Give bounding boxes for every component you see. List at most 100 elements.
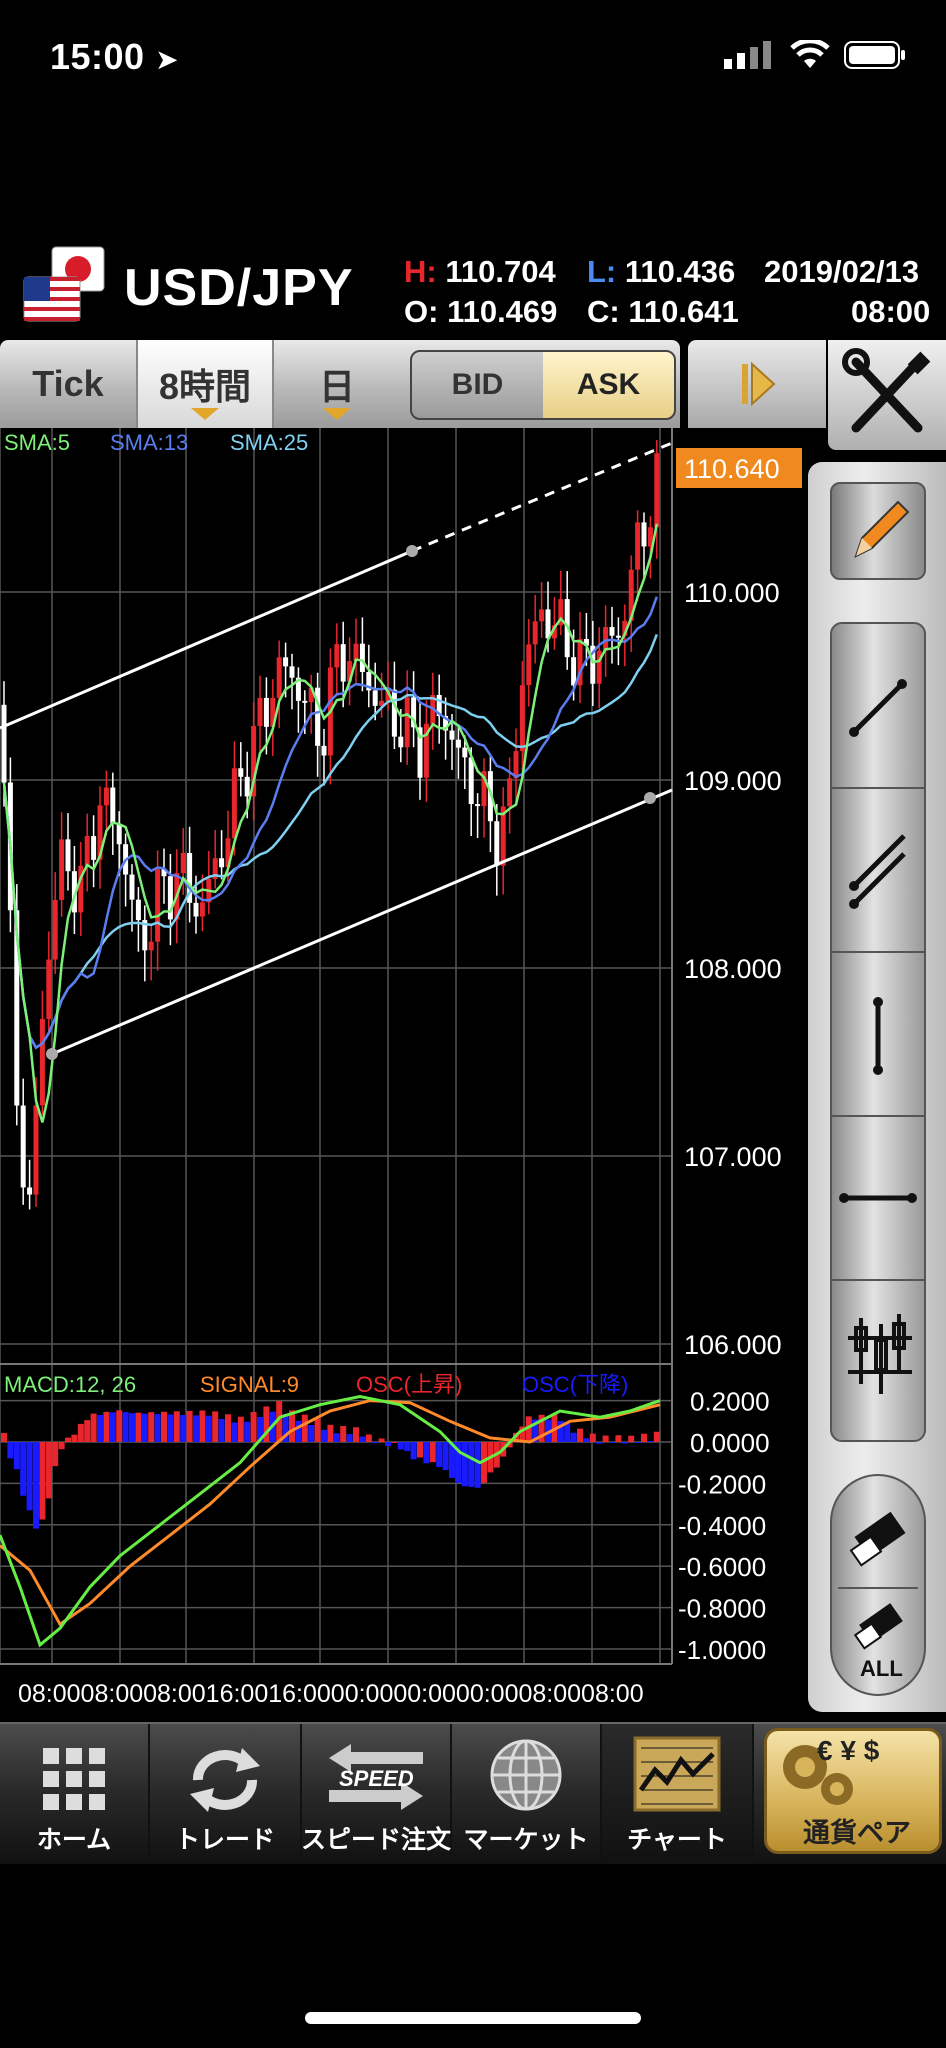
macd-tick: -0.4000 — [678, 1511, 766, 1541]
candle-body — [231, 768, 237, 839]
oscillator-bar — [77, 1423, 84, 1442]
candle-body — [103, 787, 109, 806]
oscillator-bar — [359, 1436, 366, 1442]
oscillator-bar — [647, 1440, 654, 1442]
candle-body — [398, 736, 404, 748]
oscillator-bar — [641, 1433, 647, 1442]
candle-body — [199, 902, 205, 917]
oscillator-bar — [33, 1442, 39, 1529]
oscillator-bar — [321, 1429, 327, 1442]
bid-button[interactable]: BID — [412, 352, 543, 418]
sma25-label: SMA:25 — [230, 430, 308, 455]
eraser-all-icon[interactable]: ALL — [853, 1603, 903, 1681]
candle-body — [52, 899, 58, 960]
candle-body — [302, 700, 308, 703]
oscillator-bar — [615, 1435, 622, 1442]
currency-pair-button[interactable]: € ¥ $ 通貨ペア — [764, 1728, 942, 1854]
status-time: 15:00 ➤ — [50, 36, 180, 77]
candle-body — [334, 644, 340, 668]
nav-speed-order[interactable]: SPEED スピード注文 — [301, 1724, 452, 1864]
oscillator-bar — [71, 1434, 78, 1442]
candle-body — [654, 453, 660, 528]
timeframe-tabbar: Tick 8時間 日 BID ASK — [0, 340, 680, 428]
wrench-screwdriver-icon — [842, 348, 931, 433]
oscillator-bar — [154, 1414, 161, 1442]
oscillator-bar — [634, 1442, 641, 1443]
tab-tick[interactable]: Tick — [0, 340, 136, 428]
pencil-button[interactable] — [830, 482, 926, 580]
oscillator-bar — [237, 1416, 244, 1442]
sma13-label: SMA:13 — [110, 430, 188, 455]
vertical-line-tool-icon[interactable] — [873, 997, 883, 1075]
candle-body — [449, 730, 455, 740]
candle-body — [519, 685, 525, 752]
speed-icon: SPEED — [329, 1744, 423, 1810]
price-tick: 106.000 — [684, 1330, 782, 1360]
macd-tick: -0.2000 — [678, 1469, 766, 1499]
oscillator-bar — [596, 1442, 603, 1444]
nav-market[interactable]: マーケット — [452, 1724, 602, 1864]
price-chart[interactable]: SMA:5 SMA:13 SMA:25 MACD:12, 26 SIGNAL:9… — [0, 428, 808, 1674]
trendline-handle[interactable] — [406, 545, 418, 557]
candle-body — [59, 839, 65, 900]
oscillator-bar — [577, 1428, 583, 1442]
oscillator-bar — [628, 1435, 635, 1442]
horizontal-line-tool-icon[interactable] — [839, 1193, 917, 1203]
refresh-icon — [190, 1748, 260, 1812]
oscillator-bar — [353, 1427, 359, 1442]
candle-body — [571, 657, 577, 686]
nav-chart[interactable]: チャート — [602, 1724, 754, 1864]
oscillator-bar — [436, 1442, 443, 1468]
trendline-handle[interactable] — [644, 792, 656, 804]
candle-body — [641, 522, 647, 547]
nav-home[interactable]: ホーム — [0, 1724, 150, 1864]
eraser-icon[interactable] — [849, 1511, 906, 1567]
macd-tick: 0.2000 — [690, 1387, 770, 1417]
nav-label: ホーム — [36, 1826, 112, 1854]
candle-body — [46, 959, 52, 1019]
oscillator-bar — [314, 1418, 321, 1442]
eraser-group: ALL — [830, 1474, 926, 1696]
macd-tick: -0.8000 — [678, 1594, 766, 1624]
bar-date: 2019/02/13 — [764, 254, 920, 289]
candle-body — [129, 874, 135, 900]
channel-tool-icon[interactable] — [849, 834, 906, 909]
sma5-label: SMA:5 — [4, 430, 70, 455]
candle-body — [615, 635, 621, 638]
oscillator-bar — [193, 1415, 199, 1442]
tab-8hour[interactable]: 8時間 — [136, 340, 274, 428]
high-value: H: 110.704 — [404, 254, 556, 289]
tools-button[interactable] — [828, 340, 946, 450]
line-tools — [832, 679, 924, 1394]
oscillator-bar — [58, 1442, 65, 1450]
oscillator-bar — [122, 1412, 129, 1442]
oscillator-bar — [129, 1413, 135, 1442]
trendline-tool-icon[interactable] — [849, 679, 907, 737]
selected-indicator — [191, 408, 219, 420]
candle-body — [180, 852, 186, 874]
oscillator-bar — [346, 1434, 353, 1442]
candle-grid-tool-icon[interactable] — [848, 1314, 912, 1394]
oscillator-bar — [423, 1442, 430, 1464]
price-tick: 107.000 — [684, 1142, 782, 1172]
oscillator-bar — [97, 1414, 103, 1442]
candle-body — [135, 899, 141, 921]
candle-body — [110, 787, 116, 824]
play-button[interactable] — [688, 340, 826, 428]
candle-body — [391, 689, 397, 737]
trendline-handle[interactable] — [46, 1048, 58, 1060]
ask-button[interactable]: ASK — [543, 352, 674, 418]
oscillator-bar — [135, 1412, 142, 1442]
nav-trade[interactable]: トレード — [150, 1724, 302, 1864]
bid-ask-toggle: BID ASK — [410, 350, 676, 420]
oscillator-bar — [90, 1413, 97, 1442]
currency-pair-label: 通貨ペア — [803, 1818, 911, 1848]
line-tools-group — [830, 622, 926, 1442]
candle-body — [193, 902, 199, 917]
oscillator-bar — [653, 1431, 660, 1442]
oscillator-bar — [244, 1421, 251, 1442]
dropdown-indicator — [323, 408, 351, 420]
nav-label: トレード — [174, 1826, 275, 1854]
tab-day[interactable]: 日 — [272, 340, 402, 428]
oscillator-bar — [39, 1442, 46, 1520]
